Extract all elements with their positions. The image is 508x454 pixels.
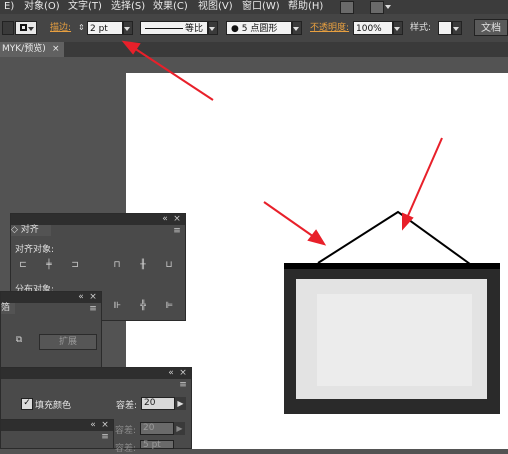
collapse-icon[interactable]: « xyxy=(159,213,171,225)
panel-menu-icon[interactable]: ≡ xyxy=(87,303,99,315)
align-top-icon[interactable]: ⊓ xyxy=(111,259,123,271)
tolerance-label: 容差: xyxy=(116,401,138,411)
close-icon[interactable]: × xyxy=(171,213,183,225)
tolerance2-arrow-icon[interactable]: ▶ xyxy=(174,422,185,435)
panel-menu-icon[interactable]: ≡ xyxy=(99,431,111,443)
minus-back-icon[interactable]: ⧉ xyxy=(13,334,25,346)
align-left-icon[interactable]: ⊏ xyxy=(17,259,29,271)
tab-align[interactable]: ◇ 对齐 xyxy=(11,225,51,236)
fill-color-checkbox[interactable]: ✓ xyxy=(21,398,33,410)
annotation-arrow-2-head xyxy=(307,229,327,246)
tolerance-input[interactable]: 20 xyxy=(141,397,175,410)
close-icon[interactable]: × xyxy=(177,367,189,379)
annotation-arrow-1 xyxy=(133,47,214,101)
expand-button[interactable]: 扩展 xyxy=(39,334,97,350)
align-vcenter-icon[interactable]: ╫ xyxy=(137,259,149,271)
collapse-icon[interactable]: « xyxy=(87,419,99,431)
pathfinder-panel-titlebar[interactable]: « × xyxy=(1,292,101,303)
tolerance2-input[interactable]: 20 xyxy=(140,422,174,435)
fill-color-label: 填充颜色 xyxy=(35,401,72,411)
stacked-panel: « × ≡ xyxy=(0,419,114,449)
annotation-arrow-3 xyxy=(406,137,443,219)
close-icon[interactable]: × xyxy=(87,291,99,303)
tolerance-arrow-icon[interactable]: ▶ xyxy=(175,397,186,410)
picture-frame[interactable] xyxy=(284,263,500,414)
align-panel-titlebar[interactable]: « × xyxy=(11,214,185,225)
magic-wand-panel-titlebar[interactable]: « × xyxy=(1,368,191,379)
distribute-bottom-icon[interactable]: ⊫ xyxy=(163,300,175,312)
tolerance2-label: 容差: xyxy=(115,426,137,436)
tolerance3-input[interactable]: 5 pt xyxy=(140,440,174,450)
close-icon[interactable]: × xyxy=(99,419,111,431)
align-hcenter-icon[interactable]: ╪ xyxy=(43,259,55,271)
annotation-arrow-1-head xyxy=(121,40,141,55)
hanging-string[interactable] xyxy=(317,210,471,265)
align-bottom-icon[interactable]: ⊔ xyxy=(163,259,175,271)
tolerance3-label: 容差: xyxy=(115,444,137,454)
stacked-panel-titlebar[interactable]: « × xyxy=(1,420,113,431)
collapse-icon[interactable]: « xyxy=(75,291,87,303)
align-right-icon[interactable]: ⊐ xyxy=(69,259,81,271)
frame-top-bar xyxy=(284,263,500,269)
tab-pathfinder[interactable]: 箔 xyxy=(1,303,15,314)
frame-picture xyxy=(317,294,472,386)
panel-menu-icon[interactable]: ≡ xyxy=(171,225,183,237)
collapse-icon[interactable]: « xyxy=(165,367,177,379)
distribute-vcenter-icon[interactable]: ╬ xyxy=(137,300,149,312)
align-objects-label: 对齐对象: xyxy=(15,245,55,255)
panel-menu-icon[interactable]: ≡ xyxy=(177,379,189,391)
annotation-arrow-2 xyxy=(263,201,315,238)
distribute-top-icon[interactable]: ⊪ xyxy=(111,300,123,312)
